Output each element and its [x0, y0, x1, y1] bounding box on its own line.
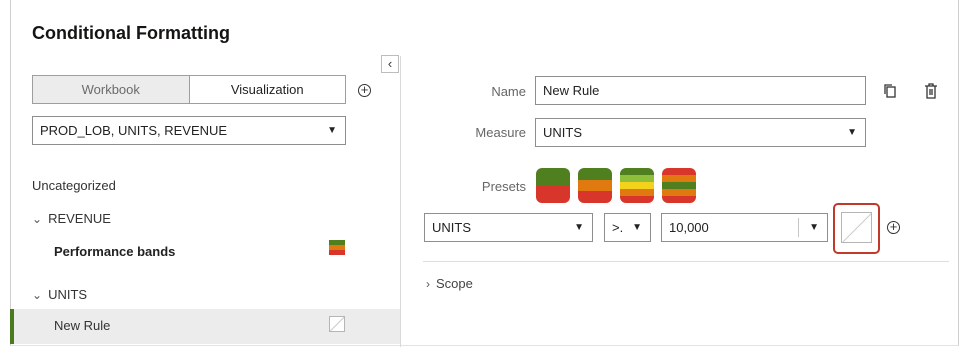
group-revenue[interactable]: ⌄ REVENUE [32, 211, 111, 226]
condition-value: 10,000 [669, 220, 709, 235]
condition-operator-select[interactable]: >. [604, 213, 651, 242]
measure-select-value: UNITS [543, 125, 582, 140]
tab-workbook[interactable]: Workbook [33, 76, 190, 103]
rule-performance-bands[interactable]: Performance bands [54, 244, 175, 259]
measure-select[interactable]: UNITS [535, 118, 866, 147]
caret-down-icon [809, 214, 819, 241]
measure-label: Measure [475, 125, 526, 140]
copy-icon[interactable] [883, 83, 897, 99]
page-title: Conditional Formatting [32, 23, 230, 43]
caret-down-icon [574, 214, 584, 241]
measure-filter-value: PROD_LOB, UNITS, REVENUE [40, 123, 228, 138]
panel-divider [400, 56, 401, 347]
performance-bands-swatch-icon [329, 240, 345, 255]
condition-measure-value: UNITS [432, 220, 471, 235]
condition-measure-select[interactable]: UNITS [424, 213, 593, 242]
scope-segmented-control: Workbook Visualization [32, 75, 346, 104]
preset-green-orange-red[interactable] [578, 168, 612, 203]
chevron-down-icon: ⌄ [32, 288, 43, 302]
name-label: Name [491, 84, 526, 99]
group-units-label: UNITS [48, 287, 88, 302]
caret-down-icon [632, 214, 642, 241]
section-divider [423, 261, 949, 262]
group-revenue-label: REVENUE [48, 211, 111, 226]
panel-frame [10, 0, 959, 346]
collapse-panel-button[interactable]: ‹ [381, 55, 399, 73]
tab-visualization[interactable]: Visualization [189, 76, 345, 103]
collapse-left-icon: ‹ [387, 56, 393, 71]
presets-label: Presets [481, 179, 526, 194]
scope-label: Scope [436, 276, 473, 291]
add-condition-icon[interactable] [887, 221, 900, 234]
preset-green-yellow-red[interactable] [620, 168, 654, 203]
condition-operator-value: >. [612, 220, 624, 235]
rule-name-input[interactable]: New Rule [535, 76, 866, 105]
trash-icon[interactable] [924, 83, 938, 99]
section-label: Uncategorized [32, 178, 116, 193]
chevron-right-icon: › [426, 277, 430, 291]
preset-red-orange-green[interactable] [662, 168, 696, 203]
color-swatch-highlight [833, 203, 880, 254]
combobox-divider [798, 218, 799, 237]
empty-color-swatch-icon [329, 316, 345, 332]
scope-expander[interactable]: › Scope [426, 276, 473, 291]
chevron-down-icon: ⌄ [32, 212, 43, 226]
selection-accent-bar [10, 309, 14, 344]
rule-new-rule[interactable]: New Rule [54, 318, 110, 333]
group-units[interactable]: ⌄ UNITS [32, 287, 87, 302]
condition-value-combobox[interactable]: 10,000 [661, 213, 828, 242]
add-rule-icon[interactable] [358, 84, 371, 97]
measure-filter-select[interactable]: PROD_LOB, UNITS, REVENUE [32, 116, 346, 145]
caret-down-icon [847, 119, 857, 146]
caret-down-icon [327, 117, 337, 144]
preset-green-red[interactable] [536, 168, 570, 203]
